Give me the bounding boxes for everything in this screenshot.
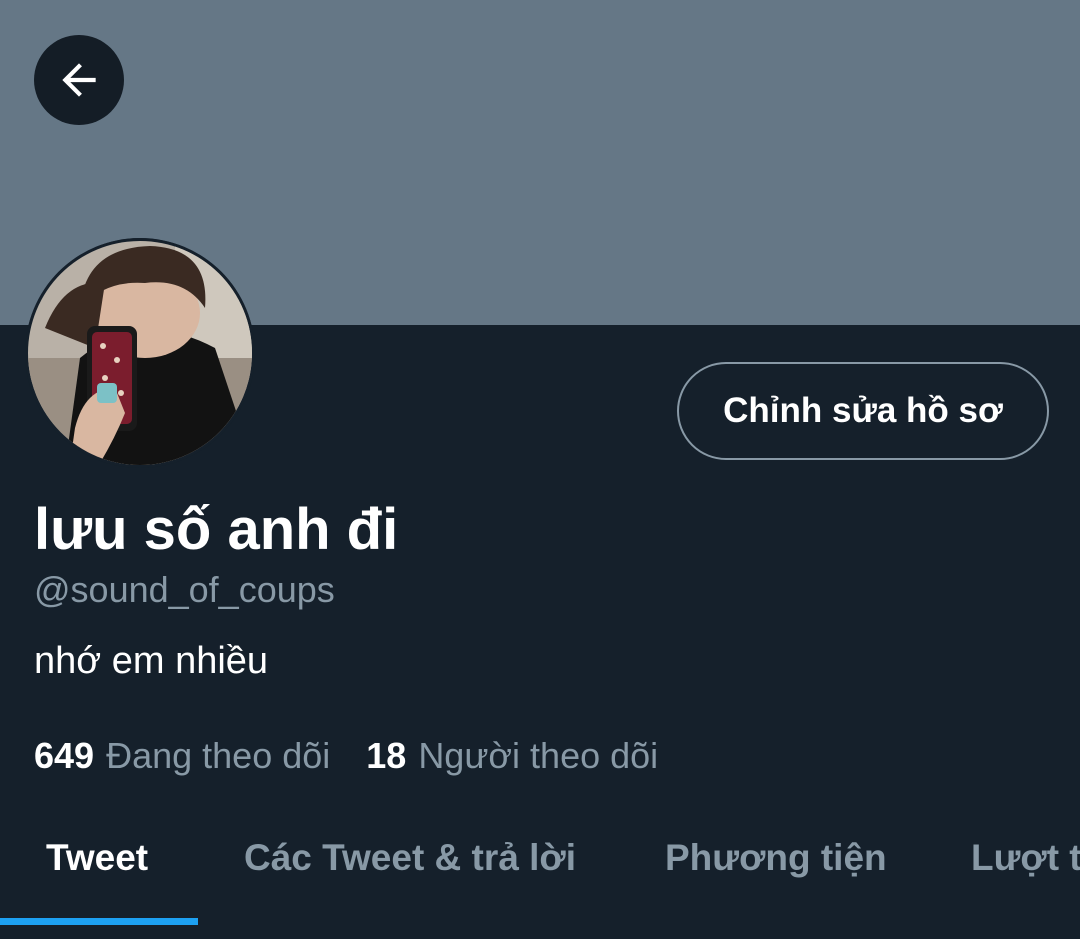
avatar[interactable] [25,238,255,468]
follow-stats: 649 Đang theo dõi 18 Người theo dõi [34,733,658,779]
tab-tweets-and-replies[interactable]: Các Tweet & trả lời [244,836,576,880]
followers-stat[interactable]: 18 Người theo dõi [366,733,658,779]
back-button[interactable] [34,35,124,125]
profile-bio: nhớ em nhiều [34,640,269,682]
username-handle: @sound_of_coups [34,569,335,610]
tab-tweets[interactable]: Tweet [46,836,148,880]
followers-count: 18 [366,735,407,776]
avatar-photo [25,238,255,468]
profile-page: Chỉnh sửa hồ sơ lưu số anh đi @sound_of_… [0,0,1080,939]
profile-tabs: Tweet Các Tweet & trả lời Phương tiện Lư… [0,818,1080,939]
edit-profile-button[interactable]: Chỉnh sửa hồ sơ [677,362,1049,460]
active-tab-indicator [0,918,198,925]
following-label: Đang theo dõi [106,735,331,776]
arrow-left-icon [62,63,96,97]
followers-label: Người theo dõi [418,735,659,776]
following-count: 649 [34,735,95,776]
following-stat[interactable]: 649 Đang theo dõi [34,733,330,779]
tab-likes[interactable]: Lượt thích [971,836,1080,880]
tab-media[interactable]: Phương tiện [665,836,887,880]
display-name: lưu số anh đi [34,497,399,562]
